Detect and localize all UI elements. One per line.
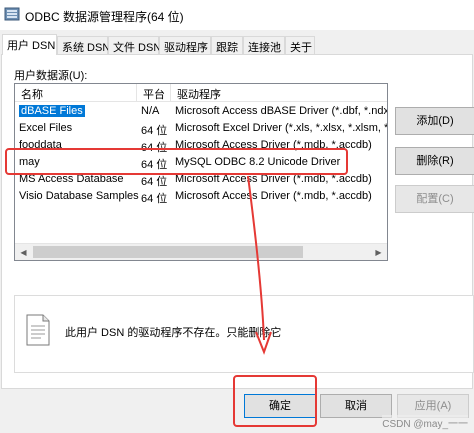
tab-label: 用户 DSN bbox=[7, 40, 56, 52]
column-header-name[interactable]: 名称 bbox=[15, 84, 137, 102]
horizontal-scrollbar[interactable]: ◀ ▶ bbox=[15, 243, 387, 260]
dsn-name: MS Access Database bbox=[19, 173, 124, 185]
remove-button[interactable]: 删除(R) bbox=[395, 147, 474, 175]
ok-button[interactable]: 确定 bbox=[244, 394, 316, 418]
scrollbar-thumb[interactable] bbox=[33, 246, 303, 258]
title-bar: ODBC 数据源管理程序(64 位) bbox=[0, 0, 474, 30]
tab-tracing[interactable]: 跟踪 bbox=[211, 36, 243, 54]
dsn-platform: 64 位 bbox=[141, 176, 168, 188]
dsn-name-text: dBASE Files bbox=[19, 105, 85, 117]
dsn-name: Excel Files bbox=[19, 122, 73, 134]
list-item[interactable]: may 64 位 MySQL ODBC 8.2 Unicode Driver bbox=[15, 155, 387, 172]
dsn-platform: 64 位 bbox=[141, 193, 168, 205]
dsn-name: fooddata bbox=[19, 139, 62, 151]
dsn-driver: Microsoft Excel Driver (*.xls, *.xlsx, *… bbox=[175, 122, 388, 134]
dsn-platform: 64 位 bbox=[141, 142, 168, 154]
dsn-driver: Microsoft Access Driver (*.mdb, *.accdb) bbox=[175, 139, 372, 151]
dsn-driver: MySQL ODBC 8.2 Unicode Driver bbox=[175, 156, 341, 168]
window-title: ODBC 数据源管理程序(64 位) bbox=[25, 10, 184, 24]
data-source-list[interactable]: 名称 平台 驱动程序 dBASE Files N/A Microsoft Acc… bbox=[14, 83, 388, 261]
user-dsn-panel: 用户数据源(U): 名称 平台 驱动程序 dBASE Files N/A Mic… bbox=[1, 54, 474, 389]
tab-label: 关于 bbox=[290, 42, 312, 54]
tab-file-dsn[interactable]: 文件 DSN bbox=[108, 36, 162, 54]
cancel-button[interactable]: 取消 bbox=[320, 394, 392, 418]
dsn-driver: Microsoft Access Driver (*.mdb, *.accdb) bbox=[175, 173, 372, 185]
tab-system-dsn[interactable]: 系统 DSN bbox=[57, 36, 111, 54]
tab-label: 驱动程序 bbox=[164, 42, 208, 54]
user-data-sources-label: 用户数据源(U): bbox=[14, 70, 88, 82]
dsn-driver: Microsoft Access dBASE Driver (*.dbf, *.… bbox=[175, 105, 388, 117]
add-button[interactable]: 添加(D) bbox=[395, 107, 474, 135]
column-header-driver[interactable]: 驱动程序 bbox=[171, 84, 387, 102]
tab-drivers[interactable]: 驱动程序 bbox=[159, 36, 211, 54]
document-icon bbox=[26, 314, 50, 346]
scroll-right-icon[interactable]: ▶ bbox=[370, 244, 387, 260]
scroll-left-icon[interactable]: ◀ bbox=[15, 244, 32, 260]
dsn-platform: N/A bbox=[141, 105, 160, 117]
column-header-platform[interactable]: 平台 bbox=[137, 84, 171, 102]
odbc-app-icon bbox=[4, 7, 20, 21]
tab-strip: 用户 DSN 系统 DSN 文件 DSN 驱动程序 跟踪 连接池 关于 bbox=[0, 34, 474, 55]
tab-about[interactable]: 关于 bbox=[285, 36, 315, 54]
dsn-platform: 64 位 bbox=[141, 159, 168, 171]
watermark: CSDN @may_一一 bbox=[382, 415, 468, 430]
dsn-driver: Microsoft Access Driver (*.mdb, *.accdb) bbox=[175, 190, 372, 202]
dsn-name: dBASE Files bbox=[19, 105, 139, 117]
info-message: 此用户 DSN 的驱动程序不存在。只能删除它 bbox=[65, 327, 282, 339]
tab-label: 系统 DSN bbox=[62, 42, 111, 54]
list-item[interactable]: dBASE Files N/A Microsoft Access dBASE D… bbox=[15, 104, 387, 121]
tab-connection-pooling[interactable]: 连接池 bbox=[243, 36, 285, 54]
tab-label: 跟踪 bbox=[216, 42, 238, 54]
list-item[interactable]: fooddata 64 位 Microsoft Access Driver (*… bbox=[15, 138, 387, 155]
dsn-platform: 64 位 bbox=[141, 125, 168, 137]
tab-label: 连接池 bbox=[248, 42, 281, 54]
dialog-body: 用户 DSN 系统 DSN 文件 DSN 驱动程序 跟踪 连接池 关于 用户数据… bbox=[0, 30, 474, 433]
info-group: 此用户 DSN 的驱动程序不存在。只能删除它 bbox=[14, 295, 474, 373]
dsn-name: may bbox=[19, 156, 40, 168]
list-item[interactable]: Excel Files 64 位 Microsoft Excel Driver … bbox=[15, 121, 387, 138]
list-item[interactable]: MS Access Database 64 位 Microsoft Access… bbox=[15, 172, 387, 189]
list-item[interactable]: Visio Database Samples 64 位 Microsoft Ac… bbox=[15, 189, 387, 206]
dsn-name: Visio Database Samples bbox=[19, 190, 139, 202]
tab-user-dsn[interactable]: 用户 DSN bbox=[2, 34, 57, 55]
list-header: 名称 平台 驱动程序 bbox=[15, 84, 387, 102]
configure-button[interactable]: 配置(C) bbox=[395, 185, 474, 213]
tab-label: 文件 DSN bbox=[113, 42, 162, 54]
